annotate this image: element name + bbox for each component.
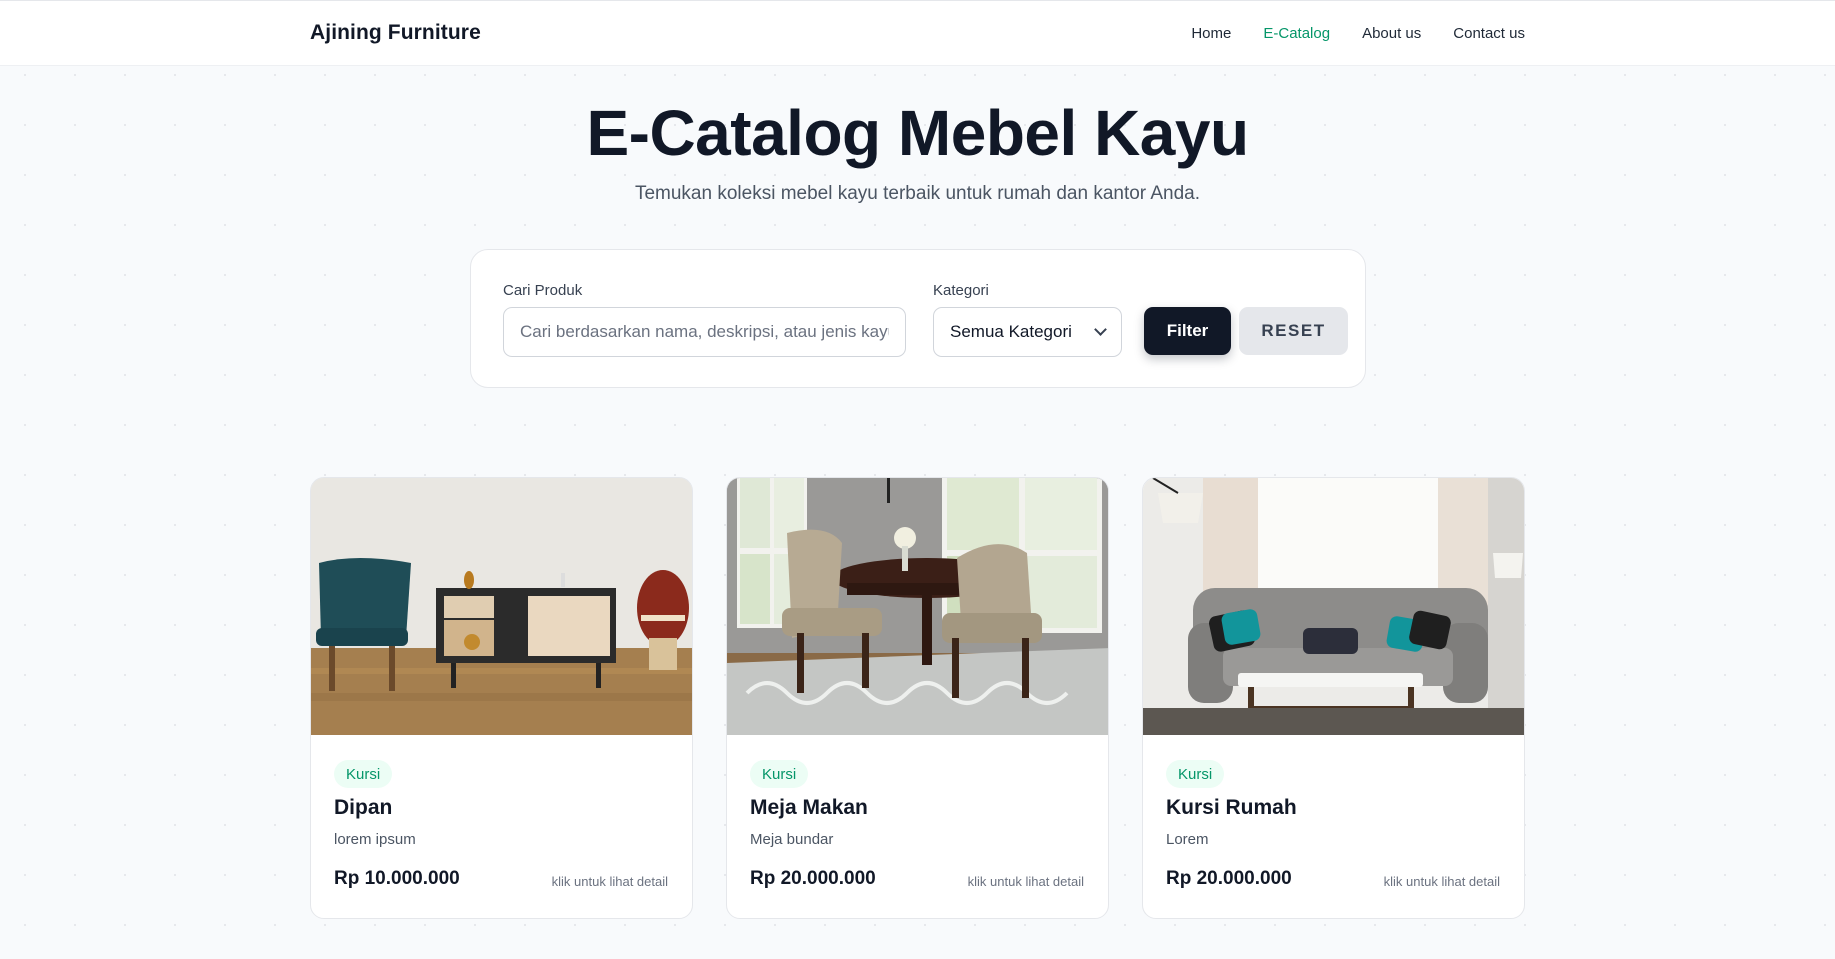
product-price: Rp 10.000.000 xyxy=(334,868,460,889)
filter-button[interactable]: Filter xyxy=(1144,307,1231,355)
product-price: Rp 20.000.000 xyxy=(750,868,876,889)
brand-logo[interactable]: Ajining Furniture xyxy=(310,21,481,45)
navbar: Ajining Furniture Home E-Catalog About u… xyxy=(0,0,1835,66)
product-card[interactable]: Kursi Dipan lorem ipsum Rp 10.000.000 kl… xyxy=(310,477,693,919)
reset-button[interactable]: RESET xyxy=(1239,307,1348,355)
category-select[interactable]: Semua Kategori xyxy=(933,307,1122,357)
page-title: E-Catalog Mebel Kayu xyxy=(586,97,1249,169)
main-nav: Home E-Catalog About us Contact us xyxy=(1191,25,1525,42)
detail-hint: klik untuk lihat detail xyxy=(551,874,668,889)
chevron-down-icon xyxy=(1094,323,1107,336)
page-subtitle: Temukan koleksi mebel kayu terbaik untuk… xyxy=(634,183,1201,204)
product-price: Rp 20.000.000 xyxy=(1166,868,1292,889)
category-badge: Kursi xyxy=(334,760,393,788)
nav-link-about-us[interactable]: About us xyxy=(1362,25,1421,42)
category-badge: Kursi xyxy=(750,760,809,788)
nav-link-contact-us[interactable]: Contact us xyxy=(1453,25,1525,42)
tv-cabinet-photo xyxy=(311,478,692,735)
product-name: Kursi Rumah xyxy=(1166,796,1297,819)
nav-link-home[interactable]: Home xyxy=(1191,25,1231,42)
nav-link-e-catalog[interactable]: E-Catalog xyxy=(1263,25,1330,42)
product-card[interactable]: Kursi Meja Makan Meja bundar Rp 20.000.0… xyxy=(726,477,1109,919)
category-badge: Kursi xyxy=(1166,760,1225,788)
filter-panel: Cari Produk Kategori Semua Kategori Filt… xyxy=(470,249,1366,388)
product-description: Meja bundar xyxy=(750,831,834,848)
product-description: lorem ipsum xyxy=(334,831,416,848)
product-name: Dipan xyxy=(334,796,393,819)
product-card[interactable]: Kursi Kursi Rumah Lorem Rp 20.000.000 kl… xyxy=(1142,477,1525,919)
category-label: Kategori xyxy=(933,282,989,299)
product-name: Meja Makan xyxy=(750,796,868,819)
search-input[interactable] xyxy=(503,307,906,357)
detail-hint: klik untuk lihat detail xyxy=(967,874,1084,889)
sofa-photo xyxy=(1143,478,1524,735)
detail-hint: klik untuk lihat detail xyxy=(1383,874,1500,889)
search-label: Cari Produk xyxy=(503,282,583,299)
dining-table-photo xyxy=(727,478,1108,735)
category-selected-value: Semua Kategori xyxy=(950,322,1072,341)
product-description: Lorem xyxy=(1166,831,1209,848)
